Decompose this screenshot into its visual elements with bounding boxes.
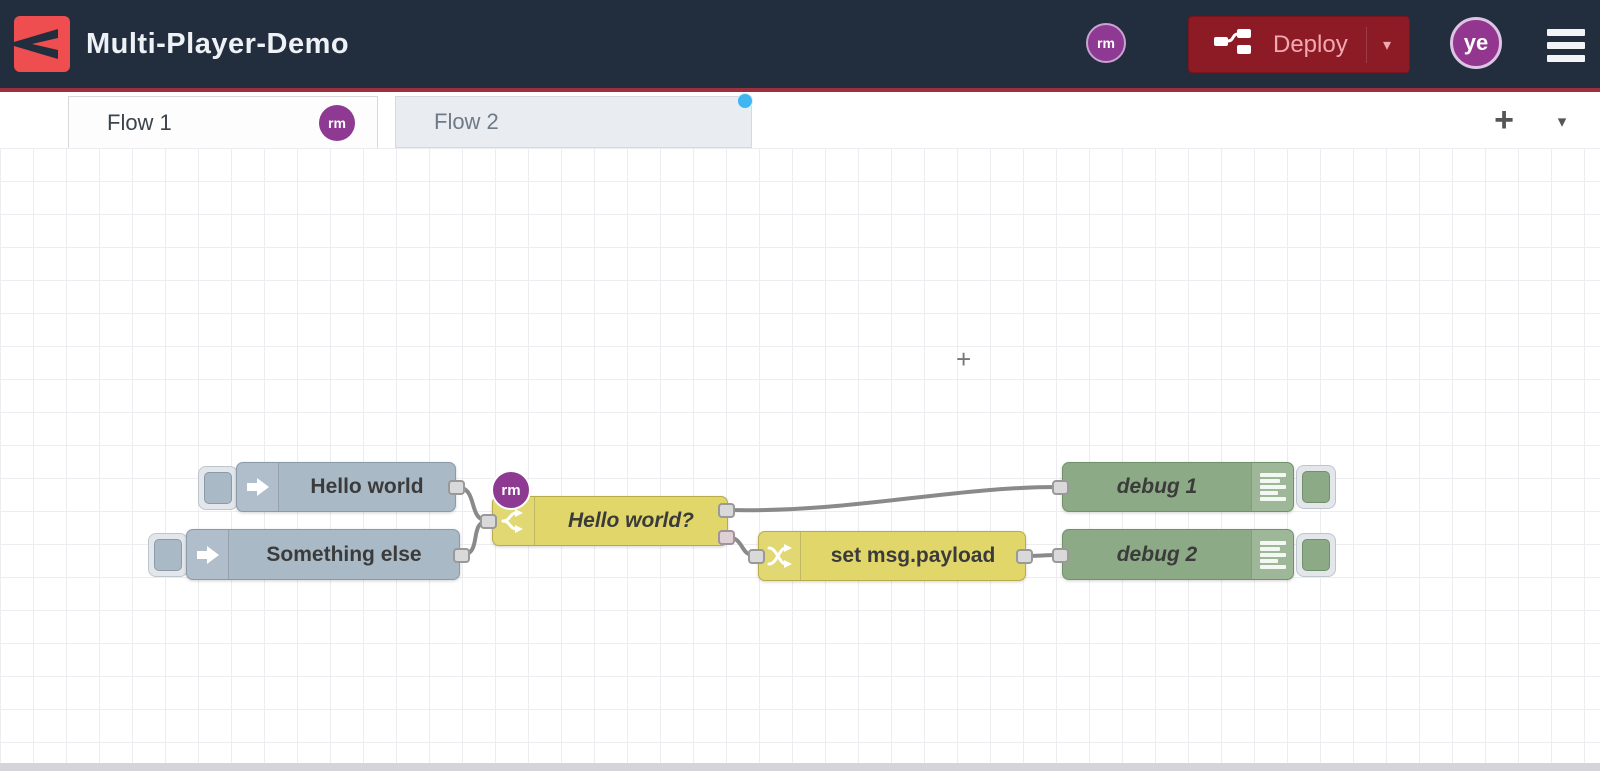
node-debug-2[interactable]: debug 2 xyxy=(1062,529,1294,580)
node-switch-hello-world[interactable]: Hello world? xyxy=(492,496,728,546)
node-label: Hello world xyxy=(310,475,424,498)
hamburger-bar xyxy=(1547,29,1585,36)
debug-toggle-fill xyxy=(1302,471,1330,503)
node-label: debug 2 xyxy=(1116,542,1198,566)
flow-canvas[interactable]: Hello world Something else Hello world? … xyxy=(0,148,1600,763)
node-red-logo-icon[interactable] xyxy=(14,16,70,72)
tab-label: Flow 1 xyxy=(107,109,172,135)
cursor-crosshair: + xyxy=(956,344,972,374)
main-menu-hamburger-icon[interactable] xyxy=(1547,29,1585,62)
output-port[interactable] xyxy=(448,480,465,495)
output-port-2[interactable] xyxy=(718,530,735,545)
output-port[interactable] xyxy=(453,548,470,563)
deploy-nodes-icon xyxy=(1213,28,1253,61)
node-label: debug 1 xyxy=(1116,475,1198,498)
inject-arrow-icon xyxy=(237,463,279,511)
debug-toggle-button[interactable] xyxy=(1296,533,1336,577)
user-avatar[interactable]: ye xyxy=(1450,17,1502,69)
node-label: set msg.payload xyxy=(830,544,996,567)
header: Multi-Player-Demo rm Deploy ▾ ye xyxy=(0,0,1600,88)
tab-modified-dot xyxy=(737,93,753,109)
input-port[interactable] xyxy=(480,514,497,529)
tab-label: Flow 2 xyxy=(434,109,499,134)
node-change-set-msg-payload[interactable]: set msg.payload xyxy=(758,531,1026,581)
change-shuffle-icon xyxy=(759,532,801,580)
collaborator-avatar[interactable]: rm xyxy=(1086,23,1126,63)
inject-button-fill xyxy=(154,539,182,571)
bottom-edge-strip xyxy=(0,763,1600,771)
flow-tab-bar: Flow 1 rm Flow 2 + ▾ xyxy=(0,92,1600,148)
deploy-options-caret[interactable]: ▾ xyxy=(1365,26,1391,63)
wire[interactable] xyxy=(727,485,1059,513)
output-port[interactable] xyxy=(1016,549,1033,564)
tab-flow-2[interactable]: Flow 2 xyxy=(395,93,753,148)
node-label: Something else xyxy=(266,542,422,566)
output-port-1[interactable] xyxy=(718,503,735,518)
node-debug-1[interactable]: debug 1 xyxy=(1062,462,1294,512)
inject-arrow-icon xyxy=(187,530,229,579)
inject-button[interactable] xyxy=(198,466,238,510)
deploy-button[interactable]: Deploy ▾ xyxy=(1188,16,1410,73)
inject-button[interactable] xyxy=(148,533,188,577)
input-port[interactable] xyxy=(748,549,765,564)
flow-list-caret[interactable]: ▾ xyxy=(1544,104,1580,140)
tab-flow-1[interactable]: Flow 1 rm xyxy=(68,96,378,148)
node-label: Hello world? xyxy=(568,509,694,532)
tab-collaborator-badge: rm xyxy=(319,105,355,141)
inject-button-fill xyxy=(204,472,232,504)
debug-toggle-fill xyxy=(1302,539,1330,571)
input-port[interactable] xyxy=(1052,548,1069,563)
collaborator-node-badge: rm xyxy=(491,470,531,510)
node-inject-hello-world[interactable]: Hello world xyxy=(236,462,456,512)
page-title: Multi-Player-Demo xyxy=(86,27,350,60)
wire-layer xyxy=(455,485,1059,558)
hamburger-bar xyxy=(1547,42,1585,49)
debug-toggle-button[interactable] xyxy=(1296,465,1336,509)
debug-output-lines-icon xyxy=(1251,463,1293,511)
deploy-button-label: Deploy xyxy=(1273,30,1348,58)
node-inject-something-else[interactable]: Something else xyxy=(186,529,460,580)
hamburger-bar xyxy=(1547,55,1585,62)
debug-output-lines-icon xyxy=(1251,530,1293,579)
input-port[interactable] xyxy=(1052,480,1069,495)
add-flow-button[interactable]: + xyxy=(1482,98,1526,142)
